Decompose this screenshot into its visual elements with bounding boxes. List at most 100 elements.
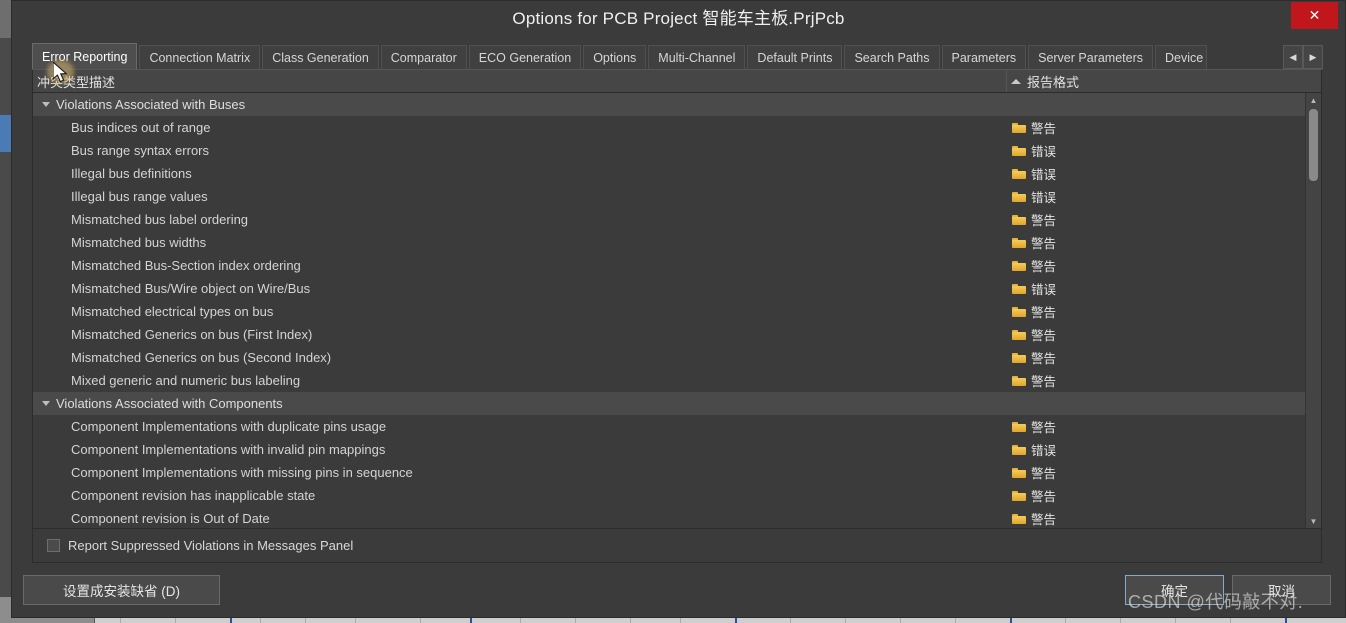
violation-row[interactable]: Component Implementations with invalid p… (33, 438, 1305, 461)
violation-report-mode-cell[interactable]: 警告 (1007, 371, 1305, 390)
folder-icon (1012, 375, 1026, 386)
tab-label: Device S (1165, 50, 1206, 65)
tab-error-reporting[interactable]: Error Reporting (32, 43, 138, 69)
sort-ascending-icon (1011, 78, 1021, 84)
violation-group-row[interactable]: Violations Associated with Components (33, 392, 1305, 415)
report-suppressed-checkbox[interactable] (47, 539, 60, 552)
violation-row[interactable]: Mismatched Generics on bus (Second Index… (33, 346, 1305, 369)
report-mode-label: 警告 (1031, 329, 1057, 343)
tab-multi-channel[interactable]: Multi-Channel (648, 45, 746, 69)
scrollbar-thumb[interactable] (1309, 109, 1318, 181)
grid-column-header: 冲突类型描述 报告格式 (33, 70, 1321, 93)
violation-report-mode-cell[interactable]: 错误 (1007, 279, 1305, 298)
column-header-report-mode[interactable]: 报告格式 (1007, 70, 1321, 92)
scrollbar-track[interactable] (1306, 107, 1321, 514)
folder-icon (1012, 513, 1026, 524)
violation-row[interactable]: Mismatched bus label ordering 警告 (33, 208, 1305, 231)
violation-description: Illegal bus definitions (71, 166, 192, 181)
violation-report-mode-cell[interactable]: 错误 (1007, 141, 1305, 160)
grid-vertical-scrollbar[interactable]: ▲ ▼ (1305, 93, 1321, 528)
violation-row[interactable]: Bus indices out of range 警告 (33, 116, 1305, 139)
violation-report-mode-cell[interactable]: 警告 (1007, 256, 1305, 275)
violation-row[interactable]: Mismatched Bus/Wire object on Wire/Bus 错误 (33, 277, 1305, 300)
folder-icon (1012, 444, 1026, 455)
report-mode-label: 警告 (1031, 467, 1057, 481)
violation-row[interactable]: Component Implementations with missing p… (33, 461, 1305, 484)
tab-device-s[interactable]: Device S (1155, 45, 1208, 69)
set-as-install-defaults-button[interactable]: 设置成安装缺省 (D) (23, 575, 220, 605)
violation-report-mode-cell[interactable]: 警告 (1007, 509, 1305, 528)
report-suppressed-label[interactable]: Report Suppressed Violations in Messages… (68, 538, 353, 553)
violation-row[interactable]: Mismatched electrical types on bus 警告 (33, 300, 1305, 323)
violation-row[interactable]: Mismatched Bus-Section index ordering 警告 (33, 254, 1305, 277)
close-icon[interactable]: ✕ (1291, 2, 1338, 29)
violation-report-mode-cell[interactable]: 警告 (1007, 325, 1305, 344)
tab-label: Search Paths (854, 50, 930, 65)
violation-row[interactable]: Mixed generic and numeric bus labeling 警告 (33, 369, 1305, 392)
tab-class-generation[interactable]: Class Generation (262, 45, 379, 69)
violation-description: Mismatched Bus/Wire object on Wire/Bus (71, 281, 311, 296)
tab-comparator[interactable]: Comparator (380, 45, 467, 69)
violation-description: Component Implementations with invalid p… (71, 442, 386, 457)
violation-description: Bus indices out of range (71, 120, 211, 135)
tabs-container: Error Reporting Connection Matrix Class Ge… (32, 43, 1209, 69)
violation-report-mode-cell[interactable]: 错误 (1007, 440, 1305, 459)
tab-scroll-right-icon[interactable]: ▶ (1303, 45, 1323, 69)
violation-report-mode-cell[interactable]: 警告 (1007, 118, 1305, 137)
folder-icon (1012, 191, 1026, 202)
dialog-button-bar: 设置成安装缺省 (D) 确定 取消 (12, 563, 1345, 617)
violation-row[interactable]: Component Implementations with duplicate… (33, 415, 1305, 438)
scroll-up-icon[interactable]: ▲ (1306, 93, 1321, 107)
report-mode-label: 错误 (1031, 191, 1057, 205)
report-mode-label: 警告 (1031, 214, 1057, 228)
violation-row[interactable]: Mismatched bus widths 警告 (33, 231, 1305, 254)
tab-server-parameters[interactable]: Server Parameters (1028, 45, 1154, 69)
violation-report-mode-cell[interactable]: 警告 (1007, 302, 1305, 321)
report-mode-label: 错误 (1031, 145, 1057, 159)
background-blue-accent (0, 115, 11, 152)
ok-button[interactable]: 确定 (1125, 575, 1224, 605)
violation-report-mode-cell[interactable]: 警告 (1007, 463, 1305, 482)
folder-icon (1012, 421, 1026, 432)
tab-options[interactable]: Options (583, 45, 647, 69)
collapse-triangle-icon[interactable] (42, 401, 50, 406)
violation-group-row[interactable]: Violations Associated with Buses (33, 93, 1305, 116)
violation-row[interactable]: Mismatched Generics on bus (First Index)… (33, 323, 1305, 346)
tab-scroll-left-icon[interactable]: ◀ (1283, 45, 1303, 69)
tab-eco-generation[interactable]: ECO Generation (468, 45, 582, 69)
violation-report-mode-cell[interactable]: 警告 (1007, 210, 1305, 229)
violation-row[interactable]: Component revision has inapplicable stat… (33, 484, 1305, 507)
violation-description: Component revision is Out of Date (71, 511, 270, 526)
scroll-down-icon[interactable]: ▼ (1306, 514, 1321, 528)
violation-row[interactable]: Illegal bus definitions 错误 (33, 162, 1305, 185)
violation-report-mode-cell[interactable]: 警告 (1007, 233, 1305, 252)
violation-row[interactable]: Bus range syntax errors 错误 (33, 139, 1305, 162)
tab-connection-matrix[interactable]: Connection Matrix (139, 45, 261, 69)
tab-default-prints[interactable]: Default Prints (747, 45, 843, 69)
tab-search-paths[interactable]: Search Paths (844, 45, 940, 69)
collapse-triangle-icon[interactable] (42, 102, 50, 107)
violation-report-mode-cell[interactable]: 警告 (1007, 486, 1305, 505)
violation-report-mode-cell[interactable]: 错误 (1007, 164, 1305, 183)
report-mode-label: 警告 (1031, 490, 1057, 504)
column-header-description[interactable]: 冲突类型描述 (33, 70, 1007, 92)
folder-icon (1012, 467, 1026, 478)
suppressed-violations-row: Report Suppressed Violations in Messages… (32, 529, 1322, 563)
cancel-button[interactable]: 取消 (1232, 575, 1331, 605)
tab-label: Class Generation (272, 50, 369, 65)
tab-scroll-buttons: ◀ ▶ (1283, 45, 1323, 69)
violation-row[interactable]: Illegal bus range values 错误 (33, 185, 1305, 208)
violation-report-mode-cell[interactable]: 警告 (1007, 348, 1305, 367)
folder-icon (1012, 352, 1026, 363)
tab-label: Comparator (390, 50, 457, 65)
folder-icon (1012, 214, 1026, 225)
violation-row[interactable]: Component revision is Out of Date 警告 (33, 507, 1305, 528)
violation-description: Mixed generic and numeric bus labeling (71, 373, 301, 388)
tab-parameters[interactable]: Parameters (941, 45, 1027, 69)
tab-label: Error Reporting (42, 49, 128, 64)
violation-description: Mismatched bus widths (71, 235, 207, 250)
dialog-title: Options for PCB Project 智能车主板.PrjPcb (512, 9, 845, 28)
violation-report-mode-cell[interactable]: 警告 (1007, 417, 1305, 436)
folder-icon (1012, 306, 1026, 317)
violation-report-mode-cell[interactable]: 错误 (1007, 187, 1305, 206)
